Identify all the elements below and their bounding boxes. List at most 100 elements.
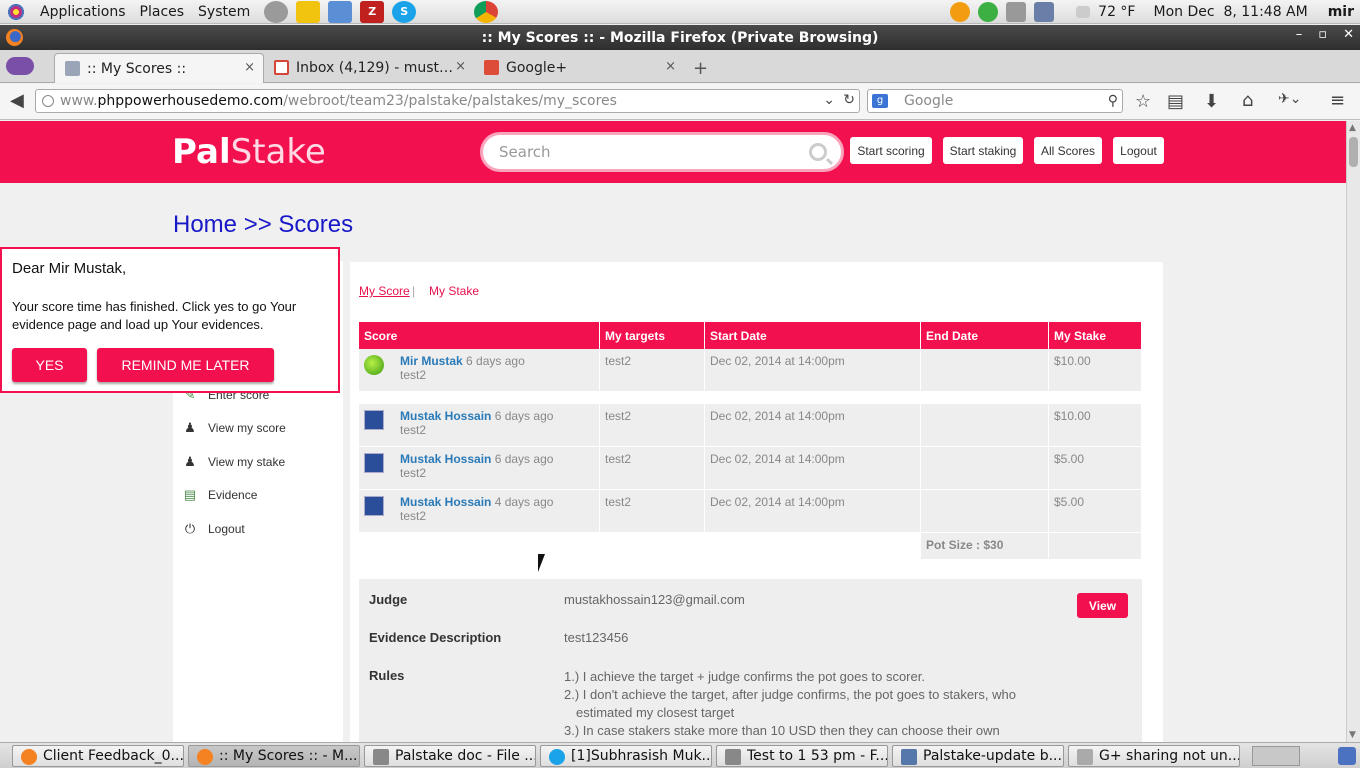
skype-launcher-icon[interactable]: S [392,0,417,23]
navigation-toolbar: ◀ www. phppowerhousedemo.com/webroot/team… [0,84,1360,120]
close-icon[interactable]: ✕ [1343,27,1354,42]
user-menu[interactable]: mir [1328,4,1354,20]
search-icon[interactable] [809,143,827,161]
page-scrollbar[interactable]: ▲ ▼ [1346,121,1360,742]
taskbar-item[interactable]: Palstake doc - File ... [364,745,536,767]
staker-name-link[interactable]: Mustak Hossain [400,452,491,466]
browser-search-field[interactable]: g Google ⚲ [867,89,1123,113]
building-avatar-icon [364,453,384,473]
palstake-logo[interactable]: PalStake [172,132,326,172]
tab-google-plus[interactable]: Google+ × [474,53,684,83]
taskbar-item[interactable]: Test to 1 53 pm - F... [716,745,888,767]
menu-icon[interactable]: ≡ [1330,90,1345,111]
tab-strip: :: My Scores :: × Inbox (4,129) - must… … [0,50,1360,83]
url-path: /webroot/team23/palstake/palstakes/my_sc… [283,93,617,109]
minimize-icon[interactable]: – [1296,27,1303,42]
firefox-icon [6,29,23,46]
new-tab-button[interactable]: + [693,58,708,79]
taskbar-item[interactable]: Client Feedback_0... [12,745,184,767]
volume-icon[interactable] [1006,1,1027,22]
url-dropdown-icon[interactable]: ⌄ [823,92,835,108]
network-launcher-icon[interactable] [264,0,289,23]
binoculars-icon[interactable]: ⚲ [1108,93,1118,109]
yes-button[interactable]: YES [12,348,87,382]
text-editor-launcher-icon[interactable] [296,0,321,23]
judge-value: mustakhossain123@gmail.com [564,592,745,607]
globe-icon [42,95,54,107]
sidebar-item-evidence[interactable]: ▤ Evidence [182,487,258,503]
scroll-up-icon[interactable]: ▲ [1349,123,1356,133]
google-plus-icon [484,60,499,75]
sidebar-item-view-my-stake[interactable]: ♟ View my stake [182,454,285,470]
rules-label: Rules [369,668,405,683]
home-icon[interactable]: ⌂ [1242,90,1253,111]
bookmark-star-icon[interactable]: ☆ [1135,91,1151,112]
places-menu[interactable]: Places [140,4,185,20]
url-domain: phppowerhousedemo.com [97,93,284,109]
tab-my-scores[interactable]: :: My Scores :: × [54,53,264,83]
breadcrumb[interactable]: Home >> Scores [173,211,353,239]
staker-name-link[interactable]: Mustak Hossain [400,495,491,509]
sidebar-item-view-my-score[interactable]: ♟ View my score [182,420,286,436]
view-button[interactable]: View [1077,593,1128,618]
site-header: PalStake Search Start scoring Start stak… [0,121,1346,183]
taskbar-item[interactable]: Palstake-update b... [892,745,1064,767]
scorer-name-link[interactable]: Mir Mustak [400,354,463,368]
scroll-down-icon[interactable]: ▼ [1349,730,1356,740]
tab-my-score[interactable]: My Score [359,284,410,298]
tab-close-icon[interactable]: × [244,60,255,75]
score-finished-popup: Dear Mir Mustak, Your score time has fin… [0,247,340,393]
tab-close-icon[interactable]: × [665,59,676,74]
taskbar-item[interactable]: G+ sharing not un... [1068,745,1240,767]
staker-name-link[interactable]: Mustak Hossain [400,409,491,423]
filezilla-launcher-icon[interactable]: Z [360,0,385,23]
trash-icon[interactable] [1338,747,1356,765]
applications-menu[interactable]: Applications [40,4,126,20]
all-scores-button[interactable]: All Scores [1034,137,1102,164]
column-header: My Stake [1049,322,1142,349]
site-search-input[interactable]: Search [480,132,844,172]
popup-greeting: Dear Mir Mustak, [12,260,127,277]
top-panel: Applications Places System Z S 72 °F Mon… [0,0,1360,24]
reload-icon[interactable]: ↻ [843,92,855,108]
url-bar[interactable]: www. phppowerhousedemo.com/webroot/team23… [35,89,860,113]
sidebar-item-logout[interactable]: ⏻ Logout [182,521,245,537]
subtab-separator: | [412,284,416,298]
weather-temp[interactable]: 72 °F [1098,4,1135,20]
network-icon[interactable] [1034,1,1055,22]
logout-button[interactable]: Logout [1113,137,1164,164]
tab-inbox[interactable]: Inbox (4,129) - must… × [264,53,474,83]
taskbar-item[interactable]: :: My Scores :: - M... [188,745,360,767]
tab-close-icon[interactable]: × [455,59,466,74]
file-manager-launcher-icon[interactable] [328,0,353,23]
clock[interactable]: Mon Dec 8, 11:48 AM [1153,4,1307,20]
check-icon[interactable] [978,1,999,22]
tab-my-stake[interactable]: My Stake [429,284,479,298]
scrollbar-thumb[interactable] [1349,137,1358,167]
column-header: Start Date [705,322,921,349]
pot-row: Pot Size : $30 [359,533,1142,560]
site-search-placeholder: Search [499,143,551,161]
chrome-launcher-icon[interactable] [474,0,499,23]
downloads-icon[interactable]: ⬇ [1204,91,1219,112]
addon-icon[interactable]: ✈⌄ [1278,91,1301,107]
gnome-foot-icon[interactable] [6,1,26,22]
workspace-switcher[interactable] [1252,746,1300,766]
maximize-icon[interactable]: ▫ [1318,27,1327,42]
window-title: :: My Scores :: - Mozilla Firefox (Priva… [481,29,879,46]
bottom-taskbar: Client Feedback_0... :: My Scores :: - M… [0,742,1360,768]
start-scoring-button[interactable]: Start scoring [850,137,932,164]
remind-me-later-button[interactable]: REMIND ME LATER [97,348,274,382]
text-document-icon [1077,749,1093,765]
start-staking-button[interactable]: Start staking [943,137,1023,164]
google-search-engine-icon[interactable]: g [872,94,888,108]
penguin-icon: ♟ [184,420,196,435]
update-icon[interactable] [950,1,971,22]
penguin-icon: ♟ [184,454,196,469]
taskbar-item[interactable]: [1]Subhrasish Muk... [540,745,712,767]
table-row: Mir Mustak 6 days ago test2 test2 Dec 02,… [359,349,1142,392]
back-icon[interactable]: ◀ [10,90,24,111]
bookmarks-list-icon[interactable]: ▤ [1167,91,1184,112]
tab-label: Google+ [506,60,568,76]
system-menu[interactable]: System [198,4,250,20]
